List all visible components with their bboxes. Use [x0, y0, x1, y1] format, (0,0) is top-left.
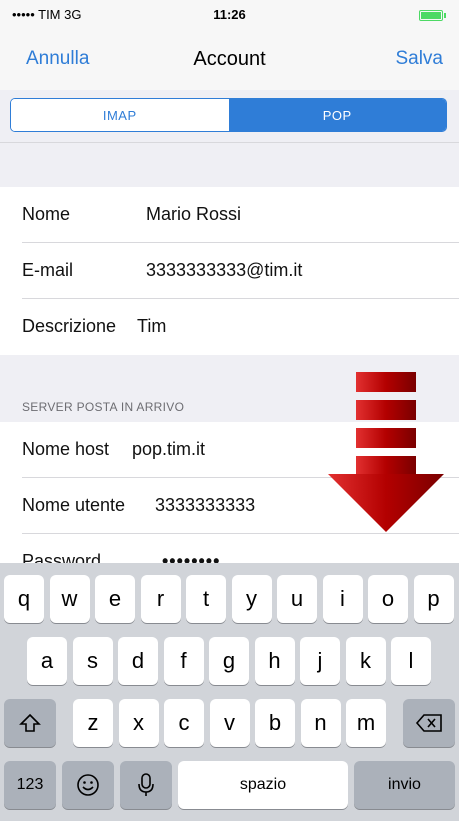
- key-r[interactable]: r: [140, 575, 181, 623]
- username-field[interactable]: 3333333333: [155, 495, 255, 516]
- status-bar: ••••• TIM 3G 11:26: [0, 0, 459, 30]
- key-a[interactable]: a: [27, 637, 67, 685]
- key-c[interactable]: c: [164, 699, 204, 747]
- key-u[interactable]: u: [277, 575, 317, 623]
- key-p[interactable]: p: [413, 575, 454, 623]
- key-b[interactable]: b: [255, 699, 295, 747]
- emoji-icon: [77, 774, 99, 796]
- key-n[interactable]: n: [300, 699, 341, 747]
- key-w[interactable]: w: [49, 575, 90, 623]
- key-z[interactable]: z: [73, 699, 113, 747]
- host-field[interactable]: pop.tim.it: [132, 439, 205, 460]
- key-s[interactable]: s: [72, 637, 113, 685]
- page-title: Account: [193, 48, 266, 70]
- return-key[interactable]: invio: [354, 761, 455, 809]
- key-o[interactable]: o: [368, 575, 408, 623]
- microphone-icon: [138, 773, 154, 796]
- email-row[interactable]: E-mail 3333333333@tim.it: [0, 243, 459, 299]
- key-h[interactable]: h: [254, 637, 295, 685]
- numbers-key[interactable]: 123: [4, 761, 56, 809]
- password-label: Password: [22, 551, 102, 563]
- key-q[interactable]: q: [4, 575, 44, 623]
- key-y[interactable]: y: [231, 575, 272, 623]
- key-f[interactable]: f: [163, 637, 204, 685]
- protocol-segmented-control: IMAP POP: [10, 98, 447, 132]
- description-row[interactable]: Descrizione Tim: [0, 299, 459, 355]
- key-e[interactable]: e: [95, 575, 135, 623]
- description-label: Descrizione: [22, 316, 117, 336]
- key-j[interactable]: j: [300, 637, 340, 685]
- navigation-bar: Annulla Account Salva: [0, 30, 459, 90]
- name-row[interactable]: Nome Mario Rossi: [0, 187, 459, 243]
- key-i[interactable]: i: [322, 575, 363, 623]
- name-field[interactable]: Mario Rossi: [146, 204, 241, 225]
- name-label: Nome: [22, 204, 71, 224]
- key-t[interactable]: t: [186, 575, 226, 623]
- key-d[interactable]: d: [118, 637, 158, 685]
- divider: [0, 142, 459, 143]
- section-header: SERVER POSTA IN ARRIVO: [22, 400, 185, 414]
- dictation-key[interactable]: [120, 761, 172, 809]
- keyboard: q w e r t y u i o p a s d f g h j k l z x c v b n m 123 spazio invio: [0, 563, 459, 821]
- key-v[interactable]: v: [209, 699, 250, 747]
- key-m[interactable]: m: [346, 699, 386, 747]
- delete-key[interactable]: [403, 699, 455, 747]
- key-x[interactable]: x: [118, 699, 159, 747]
- password-row[interactable]: Password ••••••••: [0, 534, 459, 563]
- email-field[interactable]: 3333333333@tim.it: [146, 260, 302, 281]
- email-label: E-mail: [22, 260, 74, 280]
- segment-imap[interactable]: IMAP: [11, 99, 229, 131]
- shift-icon: [19, 713, 41, 732]
- key-k[interactable]: k: [345, 637, 386, 685]
- clock: 11:26: [213, 7, 246, 22]
- segment-pop[interactable]: POP: [228, 99, 446, 131]
- description-field[interactable]: Tim: [137, 316, 166, 337]
- battery-icon: [419, 10, 446, 21]
- shift-key[interactable]: [4, 699, 56, 747]
- backspace-icon: [415, 714, 442, 732]
- username-label: Nome utente: [22, 495, 126, 515]
- space-key[interactable]: spazio: [178, 761, 348, 809]
- down-arrow-icon: [328, 372, 444, 532]
- account-group: Nome Mario Rossi E-mail 3333333333@tim.i…: [0, 187, 459, 355]
- password-field[interactable]: ••••••••: [162, 551, 220, 563]
- host-label: Nome host: [22, 439, 110, 459]
- key-g[interactable]: g: [209, 637, 249, 685]
- save-button[interactable]: Salva: [395, 48, 443, 70]
- key-l[interactable]: l: [391, 637, 431, 685]
- emoji-key[interactable]: [62, 761, 114, 809]
